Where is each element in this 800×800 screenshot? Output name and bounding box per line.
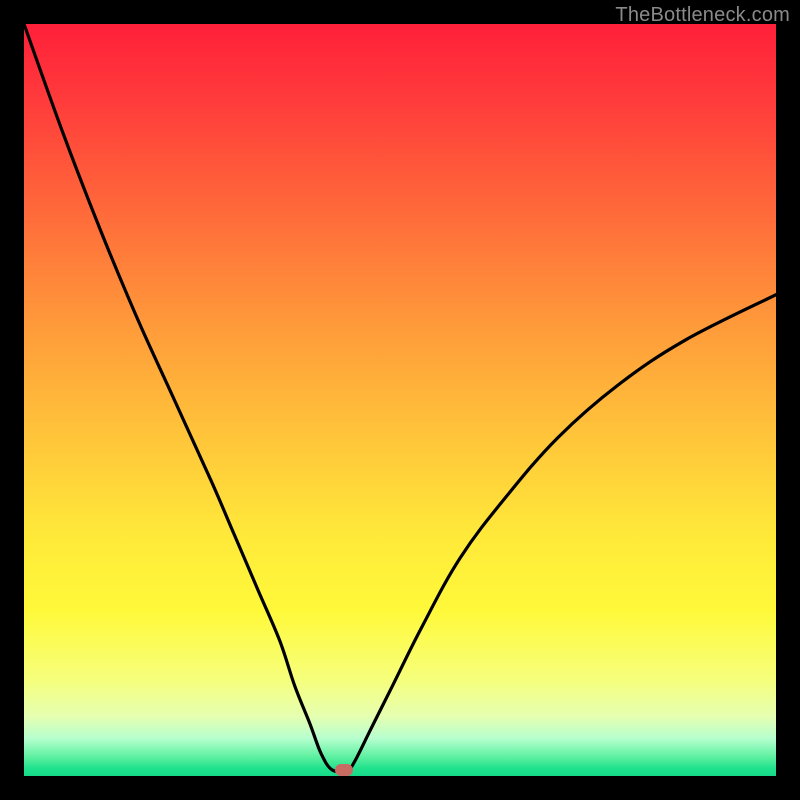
watermark-label: TheBottleneck.com bbox=[615, 4, 790, 27]
optimum-marker bbox=[335, 764, 353, 776]
plot-area bbox=[24, 24, 776, 776]
bottleneck-curve bbox=[24, 24, 776, 776]
chart-frame: TheBottleneck.com bbox=[0, 0, 800, 800]
